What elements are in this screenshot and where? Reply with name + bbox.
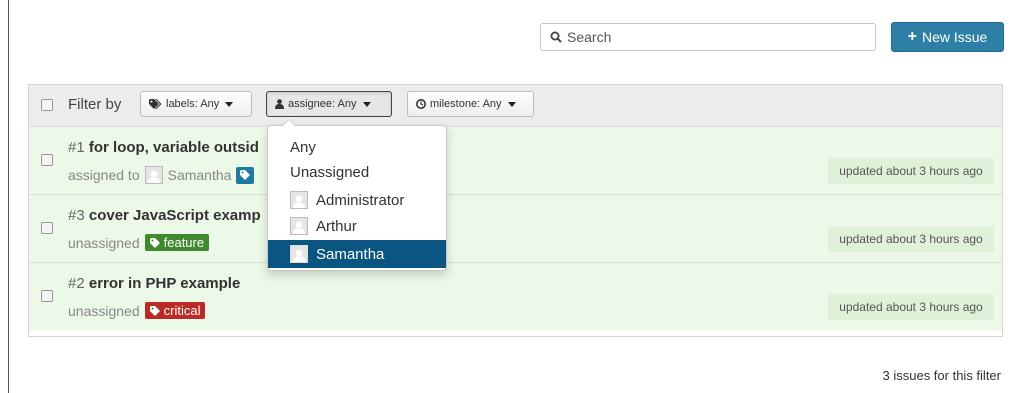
issue-title-line[interactable]: #1 for loop, variable outsid: [68, 139, 259, 156]
dropdown-item-unassigned[interactable]: Unassigned: [268, 159, 446, 185]
search-input[interactable]: [567, 27, 867, 47]
assignee-name[interactable]: Samantha: [168, 167, 232, 183]
issue-title[interactable]: cover JavaScript examp: [89, 207, 261, 224]
dropdown-item-label: Samantha: [316, 245, 385, 263]
issue-meta: assigned to Samantha: [68, 166, 255, 184]
tag-icon: [149, 237, 160, 248]
dropdown-item-label: Unassigned: [290, 163, 370, 181]
label-text: feature: [163, 235, 205, 250]
search-icon: [550, 31, 562, 43]
issue-row[interactable]: #3 cover JavaScript examp unassigned fea…: [29, 195, 1002, 263]
issue-number: #1: [68, 139, 85, 156]
milestone-filter-label: milestone: Any: [430, 98, 502, 110]
labels-filter-button[interactable]: labels: Any: [140, 91, 252, 117]
caret-down-icon: [362, 101, 371, 107]
select-all-checkbox[interactable]: [41, 99, 53, 111]
assignment-text: unassigned: [68, 302, 140, 319]
issue-meta: unassigned feature: [68, 234, 210, 251]
issue-title-line[interactable]: #3 cover JavaScript examp: [68, 207, 261, 224]
assignee-filter-label: assignee: Any: [288, 98, 357, 110]
issues-panel: Filter by labels: Any assignee: Any mile…: [28, 84, 1003, 337]
avatar: [290, 191, 308, 209]
filter-bar: Filter by labels: Any assignee: Any mile…: [29, 85, 1002, 127]
caret-down-icon: [225, 101, 234, 107]
clock-icon: [416, 99, 426, 109]
issue-number: #2: [68, 275, 85, 292]
updated-timestamp: updated about 3 hours ago: [828, 158, 994, 184]
assignment-text: assigned to: [68, 167, 140, 183]
caret-down-icon: [507, 101, 516, 107]
dropdown-item-label: Arthur: [316, 217, 357, 235]
assignee-filter-button[interactable]: assignee: Any: [266, 91, 392, 117]
user-icon: [275, 99, 284, 109]
issue-label-badge[interactable]: [236, 166, 255, 184]
dropdown-item-samantha[interactable]: Samantha: [268, 240, 446, 268]
issue-checkbox[interactable]: [41, 154, 53, 166]
assignment-text: unassigned: [68, 234, 140, 251]
milestone-filter-button[interactable]: milestone: Any: [407, 91, 534, 117]
tags-icon: [149, 99, 162, 109]
avatar: [290, 217, 308, 235]
labels-filter-label: labels: Any: [166, 98, 220, 110]
new-issue-button[interactable]: + New Issue: [891, 22, 1004, 52]
window-left-border: [8, 0, 9, 393]
issue-title[interactable]: error in PHP example: [89, 275, 240, 292]
assignee-dropdown-menu: Any Unassigned Administrator Arthur Sama…: [267, 119, 447, 271]
updated-timestamp: updated about 3 hours ago: [828, 294, 994, 320]
dropdown-item-administrator[interactable]: Administrator: [268, 187, 446, 213]
issue-row[interactable]: #1 for loop, variable outsid assigned to…: [29, 127, 1002, 195]
dropdown-item-any[interactable]: Any: [268, 134, 446, 160]
search-box[interactable]: [540, 23, 876, 51]
tag-icon: [240, 170, 251, 180]
issue-label-badge[interactable]: feature: [144, 234, 210, 251]
updated-timestamp: updated about 3 hours ago: [828, 226, 994, 252]
avatar: [144, 166, 163, 184]
issue-title[interactable]: for loop, variable outsid: [89, 139, 259, 156]
issue-number: #3: [68, 207, 85, 224]
tag-icon: [149, 305, 160, 316]
dropdown-item-label: Any: [290, 138, 316, 156]
issue-label-badge[interactable]: critical: [144, 302, 206, 319]
dropdown-item-label: Administrator: [316, 191, 405, 209]
plus-icon: +: [907, 28, 917, 45]
issue-row[interactable]: #2 error in PHP example unassigned criti…: [29, 263, 1002, 331]
avatar: [290, 245, 308, 263]
issue-count-text: 3 issues for this filter: [882, 368, 1002, 383]
issue-title-line[interactable]: #2 error in PHP example: [68, 275, 240, 292]
label-text: critical: [163, 303, 201, 318]
issue-checkbox[interactable]: [41, 290, 53, 302]
dropdown-item-arthur[interactable]: Arthur: [268, 213, 446, 239]
issue-meta: unassigned critical: [68, 302, 206, 319]
filter-by-label: Filter by: [68, 96, 122, 113]
new-issue-label: New Issue: [921, 29, 988, 45]
issue-checkbox[interactable]: [41, 222, 53, 234]
